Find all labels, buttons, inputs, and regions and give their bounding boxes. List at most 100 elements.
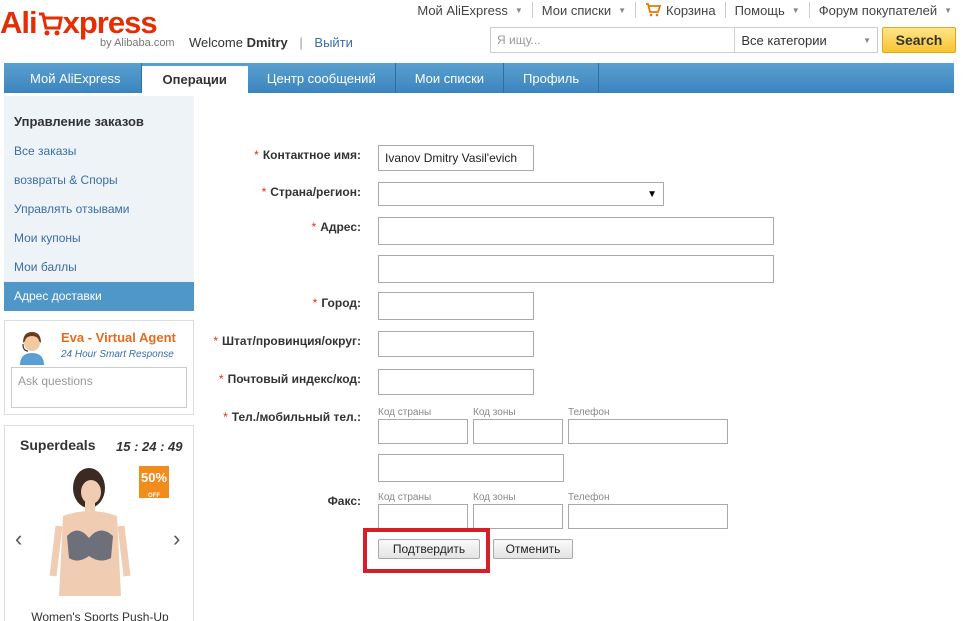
hint-country-code: Код страны	[378, 407, 432, 418]
required-star-icon: *	[223, 410, 228, 424]
main-navigation: Мой AliExpress Операции Центр сообщений …	[4, 63, 954, 93]
cancel-button[interactable]: Отменить	[493, 539, 573, 559]
chevron-right-icon[interactable]: ›	[173, 526, 180, 552]
contact-name-label: * Контактное имя:	[254, 148, 361, 162]
category-select[interactable]: Все категории ▼	[734, 28, 877, 52]
topnav-forum[interactable]: Форум покупателей ▼	[810, 2, 961, 18]
search-button[interactable]: Search	[882, 27, 956, 53]
discount-value: 50%	[140, 470, 168, 485]
topnav-cart[interactable]: Корзина	[636, 2, 726, 18]
fax-country-code-field[interactable]	[378, 504, 468, 529]
tab-message-center[interactable]: Центр сообщений	[248, 63, 396, 93]
hint-phone: Телефон	[568, 407, 610, 418]
category-select-value: Все категории	[741, 32, 827, 48]
aliexpress-logo[interactable]: Ali xpress by Alibaba.com	[0, 5, 175, 50]
sidebar: Управление заказов Все заказы возвраты &…	[4, 96, 194, 311]
label-text: Страна/регион:	[270, 185, 361, 199]
welcome-bar: Welcome Dmitry | Выйти	[189, 35, 353, 50]
highlight-box	[363, 528, 490, 573]
logo-ali-text: Ali	[0, 5, 38, 40]
cart-logo-icon	[38, 12, 63, 36]
tab-operations[interactable]: Операции	[141, 66, 248, 93]
chevron-down-icon: ▼	[514, 5, 523, 15]
superdeals-timer: 15 : 24 : 49	[116, 439, 183, 454]
topnav-label: Форум покупателей	[818, 2, 938, 18]
state-field[interactable]	[378, 331, 534, 357]
sidebar-item-returns-disputes[interactable]: возвраты & Споры	[4, 166, 194, 195]
fax-number-field[interactable]	[568, 504, 728, 529]
topnav-label: Корзина	[666, 2, 716, 18]
required-star-icon: *	[254, 148, 259, 162]
phone-area-code-field[interactable]	[473, 419, 563, 444]
cart-icon	[646, 3, 662, 17]
divider: |	[299, 35, 303, 50]
phone-country-code-field[interactable]	[378, 419, 468, 444]
address-label: * Адрес:	[312, 220, 361, 234]
user-name: Dmitry	[246, 35, 288, 50]
chevron-down-icon: ▼	[791, 5, 800, 15]
topnav-label: Помощь	[734, 2, 785, 18]
city-label: * Город:	[313, 296, 361, 310]
phone-number-field[interactable]	[568, 419, 728, 444]
phone-label: * Тел./мобильный тел.:	[223, 410, 361, 424]
search-box: Все категории ▼	[490, 27, 878, 53]
ask-questions-input[interactable]: Ask questions	[11, 367, 187, 408]
city-field[interactable]	[378, 292, 534, 320]
logo-xpress-text: xpress	[62, 5, 158, 40]
hint-area-code: Код зоны	[473, 492, 516, 503]
sidebar-item-all-orders[interactable]: Все заказы	[4, 137, 194, 166]
label-text: Почтовый индекс/код:	[227, 372, 361, 386]
tab-profile[interactable]: Профиль	[504, 63, 600, 93]
contact-name-field[interactable]	[378, 145, 534, 171]
shipping-address-form: *Контактное имя: *Страна/регион: ▼ *Адре…	[195, 93, 954, 621]
zip-field[interactable]	[378, 369, 534, 395]
agent-subtitle: 24 Hour Smart Response	[61, 349, 174, 360]
label-text: Тел./мобильный тел.:	[231, 410, 361, 424]
hint-country-code: Код страны	[378, 492, 432, 503]
topnav-help[interactable]: Помощь ▼	[726, 2, 810, 18]
product-image[interactable]	[45, 466, 135, 606]
top-navigation: Мой AliExpress ▼ Мои списки ▼ Корзина Помо…	[408, 2, 961, 18]
discount-badge: 50% OFF	[139, 466, 169, 499]
dropdown-arrow-icon: ▼	[647, 188, 657, 200]
hint-area-code: Код зоны	[473, 407, 516, 418]
virtual-agent-panel: Eva - Virtual Agent 24 Hour Smart Respon…	[4, 320, 194, 415]
topnav-my-lists[interactable]: Мои списки ▼	[533, 2, 637, 18]
label-text: Город:	[321, 296, 361, 310]
hint-phone: Телефон	[568, 492, 610, 503]
label-text: Факс:	[327, 494, 361, 508]
tab-my-aliexpress[interactable]: Мой AliExpress	[4, 63, 142, 93]
discount-off: OFF	[148, 493, 160, 499]
label-text: Штат/провинция/округ:	[222, 334, 361, 348]
fax-label: Факс:	[328, 494, 361, 508]
logo-sub: by Alibaba.com	[100, 37, 175, 49]
search-input[interactable]	[491, 28, 735, 52]
country-select[interactable]: ▼	[378, 182, 664, 206]
required-star-icon: *	[312, 296, 318, 310]
zip-label: * Почтовый индекс/код:	[219, 372, 361, 386]
chevron-left-icon[interactable]: ‹	[15, 526, 22, 552]
agent-avatar-icon	[20, 332, 44, 365]
welcome-text: Welcome	[189, 35, 243, 50]
sidebar-item-shipping-address[interactable]: Адрес доставки	[4, 282, 194, 311]
topnav-my-aliexpress[interactable]: Мой AliExpress ▼	[408, 2, 533, 18]
agent-name: Eva - Virtual Agent	[61, 330, 176, 345]
superdeals-title: Superdeals	[20, 437, 96, 453]
sidebar-item-my-points[interactable]: Мои баллы	[4, 253, 194, 282]
required-star-icon: *	[311, 220, 317, 234]
label-text: Адрес:	[320, 220, 361, 234]
logout-link[interactable]: Выйти	[314, 35, 353, 50]
tab-my-lists[interactable]: Мои списки	[396, 63, 505, 93]
fax-area-code-field[interactable]	[473, 504, 563, 529]
required-star-icon: *	[218, 372, 224, 386]
topnav-label: Мой AliExpress	[417, 2, 508, 18]
product-caption[interactable]: Women's Sports Push-Up	[5, 610, 193, 621]
country-label: * Страна/регион:	[262, 185, 361, 199]
address-line1-field[interactable]	[378, 217, 774, 245]
sidebar-item-manage-feedback[interactable]: Управлять отзывами	[4, 195, 194, 224]
address-line2-field[interactable]	[378, 255, 774, 283]
chevron-down-icon: ▼	[618, 5, 627, 15]
mobile-field[interactable]	[378, 454, 564, 482]
sidebar-item-my-coupons[interactable]: Мои купоны	[4, 224, 194, 253]
superdeals-panel: Superdeals 15 : 24 : 49 ‹ › 50% OFF Women…	[4, 425, 194, 621]
